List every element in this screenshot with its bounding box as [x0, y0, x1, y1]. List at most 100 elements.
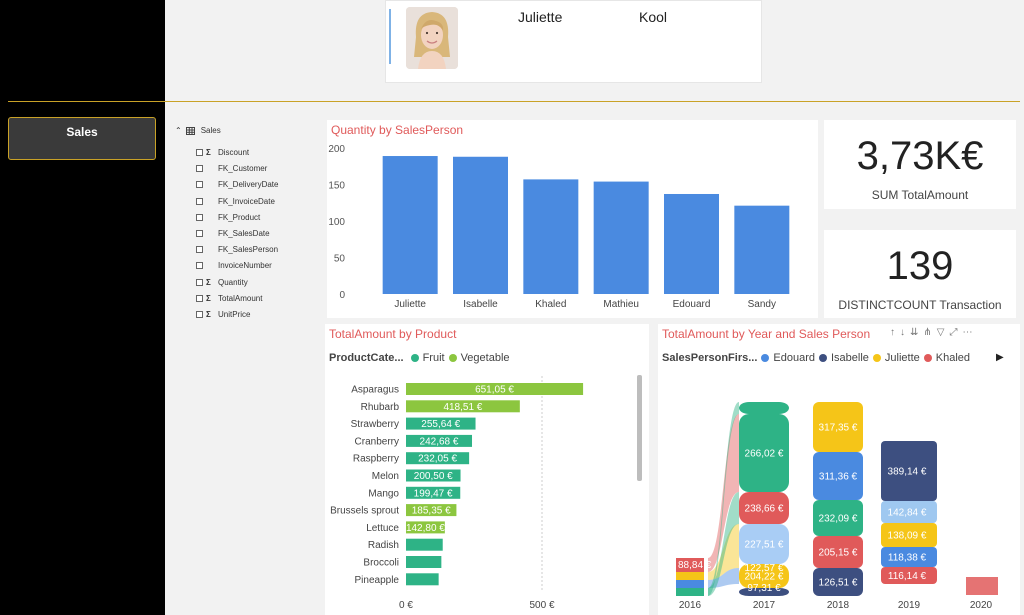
bar-chart-svg: 0 50 100 150 200 Juliette Isabelle Khaled Mathie…: [328, 144, 790, 310]
bar[interactable]: [593, 181, 649, 294]
column-segment[interactable]: [676, 580, 704, 588]
header-icon-6[interactable]: ⋯: [962, 327, 977, 338]
field-checkbox[interactable]: [196, 181, 203, 189]
first-name: Juliette: [518, 9, 563, 25]
field-item[interactable]: FK_Customer: [196, 164, 267, 173]
sigma-icon: Σ: [206, 293, 211, 303]
header-icon-2[interactable]: ⇊: [910, 327, 923, 338]
profile-card: Juliette Kool: [385, 0, 762, 83]
field-checkbox[interactable]: [196, 149, 203, 156]
header-icon-5[interactable]: ⤢: [949, 327, 962, 338]
data-label: 232,09 €: [819, 514, 858, 525]
field-list-table[interactable]: ⌃ Sales: [175, 126, 221, 135]
field-item[interactable]: Σ TotalAmount: [196, 294, 262, 303]
collapse-icon[interactable]: ⌃: [175, 126, 182, 135]
data-label: 242,68 €: [420, 436, 459, 447]
scrollbar[interactable]: [637, 375, 642, 481]
field-item[interactable]: FK_DeliveryDate: [196, 180, 278, 189]
data-label: 142,80 €: [406, 523, 445, 534]
header-icon-4[interactable]: ▽: [937, 327, 950, 338]
data-label: 200,50 €: [414, 471, 453, 482]
transaction-count-card[interactable]: 139 DISTINCTCOUNT Transaction: [824, 230, 1016, 318]
field-checkbox[interactable]: [196, 197, 203, 205]
transaction-count-value: 139: [886, 244, 954, 288]
field-item[interactable]: Σ Discount: [196, 148, 249, 157]
data-label: 97,31 €: [747, 583, 781, 594]
category-label: Raspberry: [353, 454, 399, 465]
x-tick-label: 2016: [679, 600, 702, 611]
year-ribbon-chart[interactable]: TotalAmount by Year and Sales Person Sal…: [658, 324, 1020, 615]
data-label: 205,15 €: [819, 548, 858, 559]
field-checkbox[interactable]: [196, 165, 203, 173]
data-label: 418,51 €: [443, 402, 482, 413]
bar[interactable]: [734, 205, 790, 294]
field-item[interactable]: Σ Quantity: [196, 278, 248, 287]
field-checkbox[interactable]: [196, 278, 203, 286]
header-icon-0[interactable]: ↑: [890, 327, 900, 338]
data-label: 317,35 €: [819, 423, 858, 434]
bar[interactable]: [406, 573, 439, 586]
column-segment[interactable]: [739, 402, 789, 414]
transaction-count-label: DISTINCTCOUNT Transaction: [838, 298, 1002, 312]
bar[interactable]: [453, 156, 508, 294]
category-label: Mango: [368, 488, 399, 499]
field-name: InvoiceNumber: [218, 261, 272, 271]
x-tick-label: Isabelle: [463, 299, 498, 310]
category-label: Asparagus: [351, 385, 399, 396]
field-name: FK_Product: [218, 212, 261, 222]
data-label: 227,51 €: [745, 540, 784, 551]
sigma-icon: Σ: [206, 310, 211, 319]
field-checkbox[interactable]: [196, 213, 203, 221]
column-segment[interactable]: [966, 577, 998, 595]
bar[interactable]: [382, 156, 438, 294]
table-name: Sales: [200, 126, 221, 135]
x-tick-label: 500 €: [529, 600, 554, 611]
field-item[interactable]: InvoiceNumber: [196, 261, 272, 270]
field-item[interactable]: FK_InvoiceDate: [196, 197, 275, 206]
header-icon-1[interactable]: ↓: [900, 327, 910, 338]
field-item[interactable]: FK_SalesPerson: [196, 245, 278, 254]
y-tick-label: 200: [328, 144, 345, 155]
field-name: FK_SalesPerson: [218, 245, 279, 255]
header-icon-3[interactable]: ⋔: [923, 327, 936, 338]
bar[interactable]: [523, 179, 579, 294]
category-label: Radish: [368, 540, 399, 551]
x-tick-label: Juliette: [394, 299, 426, 310]
bar[interactable]: [406, 538, 443, 551]
y-tick-label: 100: [328, 217, 345, 228]
data-label: 142,84 €: [888, 508, 927, 519]
column-segment[interactable]: [676, 588, 704, 596]
category-label: Strawberry: [351, 419, 399, 430]
visual-header-icons[interactable]: ↑↓⇊⋔▽⤢⋯: [890, 327, 977, 338]
field-checkbox[interactable]: [196, 294, 203, 302]
field-item[interactable]: Σ UnitPrice: [196, 310, 250, 319]
field-name: FK_Customer: [218, 164, 268, 174]
bar[interactable]: [406, 556, 442, 568]
data-label: 232,05 €: [418, 454, 457, 465]
category-label: Cranberry: [355, 436, 399, 447]
data-label: 311,36 €: [819, 472, 858, 483]
field-checkbox[interactable]: [196, 230, 203, 237]
category-label: Broccoli: [363, 558, 399, 569]
sales-nav-button[interactable]: Sales: [8, 117, 156, 160]
sum-total-value: 3,73K€: [856, 134, 984, 178]
field-checkbox[interactable]: [196, 262, 203, 270]
field-checkbox[interactable]: [196, 246, 203, 254]
column-segment[interactable]: [676, 572, 704, 580]
sigma-icon: Σ: [206, 277, 211, 287]
data-label: 389,14 €: [888, 467, 927, 478]
data-label: 116,14 €: [888, 571, 927, 582]
product-bar-chart[interactable]: TotalAmount by Product ProductCate... Fr…: [325, 324, 649, 615]
x-tick-label: 2018: [827, 600, 850, 611]
profile-accent-bar: [389, 9, 391, 64]
quantity-bar-chart[interactable]: Quantity by SalesPerson 0 50 100 150 200 Juli…: [327, 120, 818, 318]
field-item[interactable]: FK_SalesDate: [196, 229, 270, 238]
x-tick-label: Edouard: [673, 299, 711, 310]
y-tick-label: 0: [339, 290, 345, 301]
field-name: Quantity: [218, 277, 248, 287]
sum-total-card[interactable]: 3,73K€ SUM TotalAmount: [824, 120, 1016, 209]
category-label: Rhubarb: [361, 402, 400, 413]
field-checkbox[interactable]: [196, 311, 203, 318]
bar[interactable]: [664, 193, 719, 294]
field-item[interactable]: FK_Product: [196, 213, 260, 222]
